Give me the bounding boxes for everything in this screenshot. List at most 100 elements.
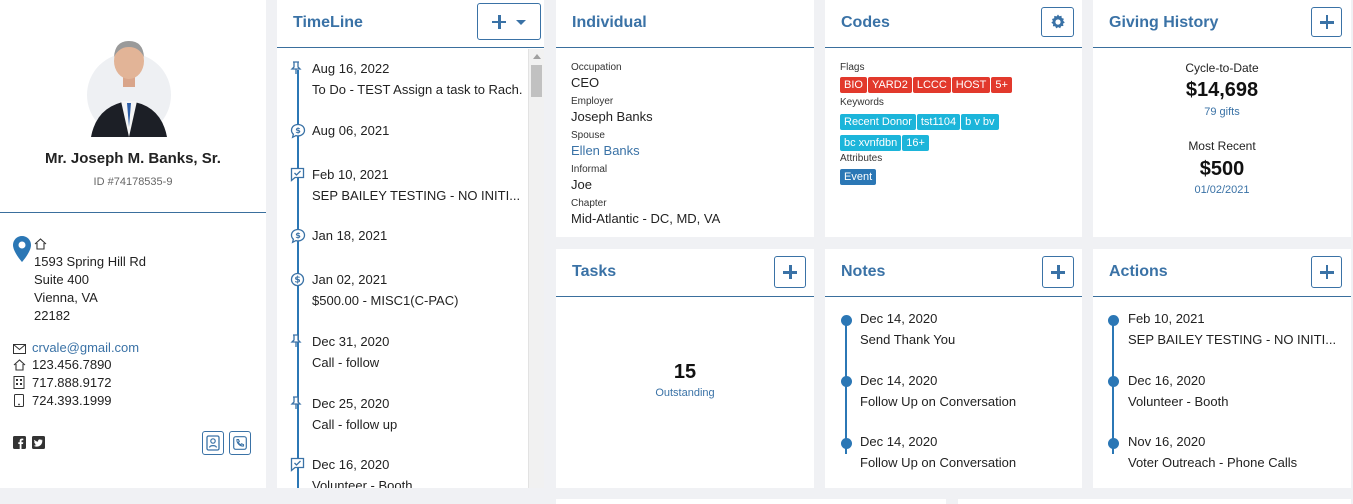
add-task-button[interactable] <box>774 256 806 288</box>
most-recent-date-link[interactable]: 01/02/2021 <box>1093 184 1351 196</box>
flag-badge[interactable]: YARD2 <box>867 77 912 93</box>
bottom-panel-right <box>958 499 1351 504</box>
attribute-badge[interactable]: Event <box>840 169 877 185</box>
timeline-item[interactable]: $ Jan 02, 2021 $500.00 - MISC1(C-PAC) <box>277 271 527 315</box>
informal-value: Joe <box>571 177 592 192</box>
timeline-panel: TimeLine Aug 16, 2022 To Do - TEST Assign… <box>277 0 544 488</box>
informal-label: Informal <box>571 164 608 175</box>
timeline-date: Feb 10, 2021 <box>312 167 389 182</box>
action-date: Dec 16, 2020 <box>1128 373 1206 388</box>
twitter-icon[interactable] <box>32 436 45 452</box>
flag-badge[interactable]: 5+ <box>991 77 1012 93</box>
keyword-badge[interactable]: bc xvnfdbn <box>840 135 902 151</box>
keyword-badge[interactable]: b v bv <box>961 114 999 130</box>
actions-title: Actions <box>1109 263 1168 280</box>
action-desc[interactable]: Voter Outreach - Phone Calls <box>1128 455 1297 470</box>
codes-settings-button[interactable] <box>1041 7 1074 37</box>
add-note-button[interactable] <box>1042 256 1074 288</box>
giving-header: Giving History <box>1093 0 1351 48</box>
gifts-count-link[interactable]: 79 gifts <box>1093 106 1351 118</box>
giving-history-panel: Giving History Cycle-to-Date $14,698 79 … <box>1093 0 1351 237</box>
tasks-panel: Tasks 15 Outstanding <box>556 249 814 488</box>
location-pin-icon <box>13 236 31 265</box>
codes-panel: Codes Flags BIO YARD2 LCCC HOST 5+ Keywords … <box>825 0 1082 237</box>
chapter-value: Mid-Atlantic - DC, MD, VA <box>571 211 721 226</box>
attributes-list: Event <box>840 168 877 187</box>
individual-panel: Individual Occupation CEO Employer Josep… <box>556 0 814 237</box>
timeline-item[interactable]: Dec 31, 2020 Call - follow <box>277 333 527 377</box>
timeline-desc[interactable]: $500.00 - MISC1(C-PAC) <box>312 293 522 308</box>
add-gift-button[interactable] <box>1311 7 1342 37</box>
timeline-date: Aug 16, 2022 <box>312 61 390 76</box>
mobile-icon <box>14 394 24 410</box>
timeline-desc[interactable]: Call - follow <box>312 355 522 370</box>
flags-list: BIO YARD2 LCCC HOST 5+ <box>840 76 1075 95</box>
address-line-4: 22182 <box>34 308 71 323</box>
contact-card-button[interactable] <box>202 431 224 455</box>
keyword-badge[interactable]: Recent Donor <box>840 114 916 130</box>
flag-badge[interactable]: HOST <box>951 77 991 93</box>
timeline-scrollbar[interactable] <box>528 49 544 488</box>
actions-dot <box>1108 438 1119 449</box>
action-desc[interactable]: Volunteer - Booth <box>1128 394 1228 409</box>
timeline-header: TimeLine <box>277 0 544 48</box>
flag-badge[interactable]: BIO <box>840 77 867 93</box>
notes-title: Notes <box>841 263 886 280</box>
timeline-item[interactable]: Feb 10, 2021 SEP BAILEY TESTING - NO INIT… <box>277 166 527 210</box>
timeline-item[interactable]: $ Jan 18, 2021 <box>277 227 527 271</box>
plus-icon <box>1319 265 1334 279</box>
scroll-thumb[interactable] <box>531 65 542 97</box>
timeline-date: Dec 25, 2020 <box>312 396 390 411</box>
add-action-button[interactable] <box>1311 256 1342 288</box>
home-phone-icon <box>13 359 26 374</box>
plus-icon <box>1319 15 1334 29</box>
actions-dot <box>1108 376 1119 387</box>
address-line-1: 1593 Spring Hill Rd <box>34 254 147 269</box>
timeline-desc[interactable]: SEP BAILEY TESTING - NO INITI... <box>312 188 522 203</box>
timeline-desc[interactable]: Volunteer - Booth <box>312 478 522 488</box>
email-link[interactable]: crvale@gmail.com <box>32 340 139 355</box>
timeline-item[interactable]: Aug 16, 2022 To Do - TEST Assign a task t… <box>277 60 527 104</box>
facebook-icon[interactable] <box>13 436 26 452</box>
spouse-link[interactable]: Ellen Banks <box>571 143 640 158</box>
scroll-up-arrow[interactable] <box>533 54 541 59</box>
profile-name: Mr. Joseph M. Banks, Sr. <box>45 150 221 167</box>
bottom-panel-left <box>556 499 946 504</box>
plus-icon <box>783 265 797 279</box>
keyword-badge[interactable]: 16+ <box>902 135 929 151</box>
employer-label: Employer <box>571 96 614 107</box>
timeline-item[interactable]: Dec 16, 2020 Volunteer - Booth <box>277 456 527 488</box>
timeline-item[interactable]: Dec 25, 2020 Call - follow up <box>277 395 527 439</box>
note-desc[interactable]: Follow Up on Conversation <box>860 455 1016 470</box>
pin-icon <box>290 396 302 413</box>
phone-icon <box>233 436 247 450</box>
call-button[interactable] <box>229 431 251 455</box>
timeline-title: TimeLine <box>293 14 363 31</box>
mail-icon <box>13 342 26 357</box>
chapter-label: Chapter <box>571 198 607 209</box>
pin-icon <box>290 334 302 351</box>
timeline-desc[interactable]: Call - follow up <box>312 417 522 432</box>
tasks-outstanding-link[interactable]: Outstanding <box>556 387 814 399</box>
note-desc[interactable]: Send Thank You <box>860 332 955 347</box>
employer-value: Joseph Banks <box>571 109 653 124</box>
notes-header: Notes <box>825 249 1082 297</box>
dollar-chat-icon: $ <box>290 228 306 247</box>
note-desc[interactable]: Follow Up on Conversation <box>860 394 1016 409</box>
phone-mobile: 724.393.1999 <box>32 393 112 408</box>
dollar-chat-icon: $ <box>290 123 306 142</box>
notes-dot <box>841 315 852 326</box>
flag-badge[interactable]: LCCC <box>912 77 951 93</box>
keyword-badge[interactable]: tst1104 <box>916 114 961 130</box>
add-timeline-dropdown-button[interactable] <box>477 3 541 40</box>
spouse-label: Spouse <box>571 130 605 141</box>
notes-panel: Notes Dec 14, 2020 Send Thank You Dec 14… <box>825 249 1082 488</box>
action-desc[interactable]: SEP BAILEY TESTING - NO INITI... <box>1128 332 1338 347</box>
codes-header: Codes <box>825 0 1082 48</box>
flags-label: Flags <box>840 62 865 73</box>
timeline-desc[interactable]: To Do - TEST Assign a task to Rach... <box>312 82 522 97</box>
timeline-date: Dec 16, 2020 <box>312 457 390 472</box>
svg-text:$: $ <box>294 276 300 286</box>
timeline-item[interactable]: $ Aug 06, 2021 <box>277 122 527 166</box>
building-icon <box>13 376 25 392</box>
